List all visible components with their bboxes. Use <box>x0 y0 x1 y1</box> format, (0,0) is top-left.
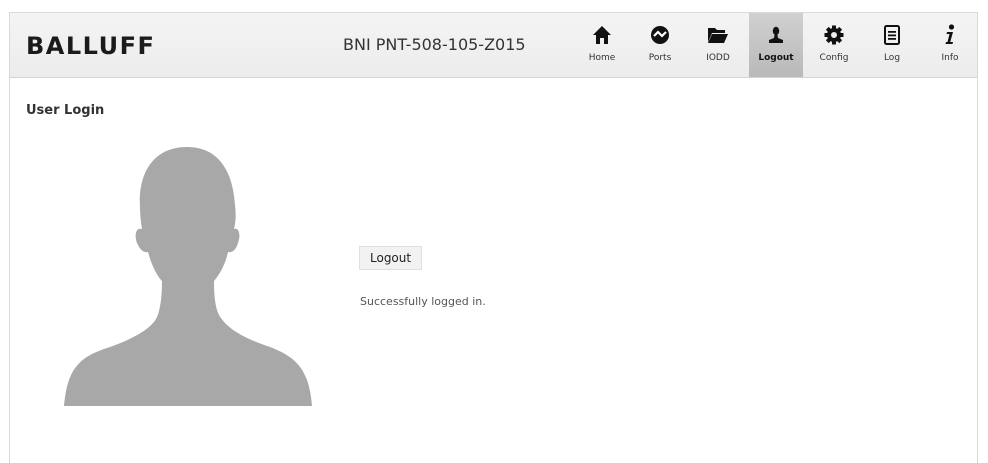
log-icon <box>881 24 903 46</box>
nav-item-log[interactable]: Log <box>865 13 919 77</box>
user-icon <box>765 24 787 46</box>
page-title: User Login <box>26 103 105 118</box>
nav-label-ports: Ports <box>648 53 672 63</box>
nav-label-home: Home <box>588 53 616 63</box>
nav-label-log: Log <box>883 53 901 63</box>
nav-item-config[interactable]: Config <box>807 13 861 77</box>
app-frame: BALLUFF BNI PNT-508-105-Z015 Home Ports … <box>9 12 978 463</box>
nav-item-info[interactable]: Info <box>923 13 977 77</box>
nav-item-logout[interactable]: Logout <box>749 13 803 77</box>
device-name: BNI PNT-508-105-Z015 <box>343 35 526 54</box>
logout-button[interactable]: Logout <box>359 246 423 270</box>
gear-icon <box>823 24 845 46</box>
user-avatar <box>64 147 312 406</box>
folder-icon <box>707 24 729 46</box>
nav-label-config: Config <box>819 53 849 63</box>
info-icon <box>939 24 961 46</box>
header-bar: BALLUFF BNI PNT-508-105-Z015 Home Ports … <box>10 13 977 78</box>
nav-label-logout: Logout <box>758 53 794 63</box>
nav-item-iodd[interactable]: IODD <box>691 13 745 77</box>
status-message: Successfully logged in. <box>360 295 486 308</box>
main-nav: Home Ports IODD Logout Config Log Info <box>571 13 977 77</box>
nav-item-ports[interactable]: Ports <box>633 13 687 77</box>
nav-label-info: Info <box>941 53 959 63</box>
nav-label-iodd: IODD <box>706 53 730 63</box>
brand-logo: BALLUFF <box>26 32 156 60</box>
ports-icon <box>649 24 671 46</box>
home-icon <box>591 24 613 46</box>
nav-item-home[interactable]: Home <box>575 13 629 77</box>
